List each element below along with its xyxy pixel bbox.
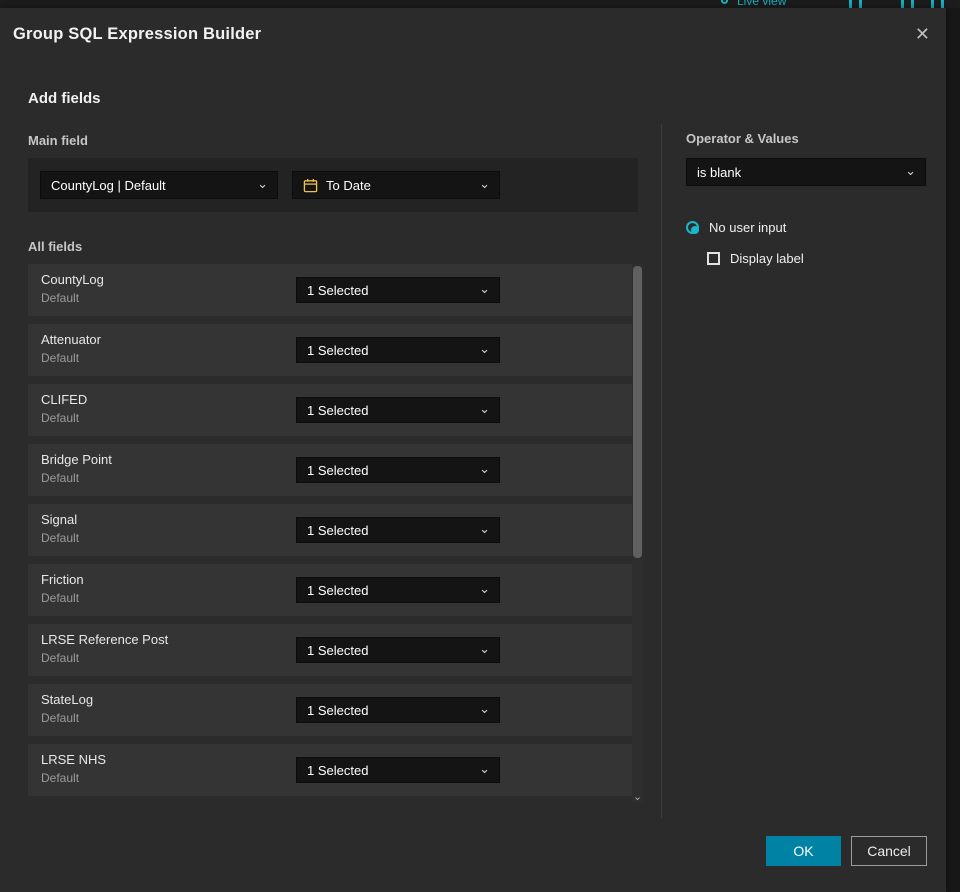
field-selected-dropdown[interactable]: 1 Selected ⌄ (296, 697, 500, 723)
chevron-down-icon: ⌄ (479, 580, 490, 596)
field-selected-dropdown[interactable]: 1 Selected ⌄ (296, 517, 500, 543)
column-divider (661, 124, 662, 818)
app-topbar: Live view (0, 0, 960, 8)
topbar-icon (931, 0, 934, 8)
field-selected-value: 1 Selected (307, 642, 369, 658)
field-selected-value: 1 Selected (307, 582, 369, 598)
field-selected-dropdown[interactable]: 1 Selected ⌄ (296, 277, 500, 303)
main-field-bar: CountyLog | Default ⌄ To Date ⌄ (28, 158, 638, 212)
field-subtitle: Default (41, 351, 80, 365)
scrollbar-down-arrow-icon[interactable]: ⌄ (632, 792, 643, 803)
field-selected-dropdown[interactable]: 1 Selected ⌄ (296, 757, 500, 783)
field-name: Attenuator (41, 332, 101, 347)
field-name: Bridge Point (41, 452, 112, 467)
field-name: CountyLog (41, 272, 104, 287)
field-row: CLIFED Default 1 Selected ⌄ (28, 384, 638, 436)
chevron-down-icon: ⌄ (479, 520, 490, 536)
display-label-option[interactable]: Display label (707, 251, 804, 266)
chevron-down-icon: ⌄ (479, 400, 490, 416)
close-icon[interactable]: ✕ (915, 25, 930, 43)
dialog-header: Group SQL Expression Builder ✕ (0, 8, 946, 60)
field-subtitle: Default (41, 591, 80, 605)
main-field-dropdown-value: CountyLog | Default (51, 177, 166, 193)
chevron-down-icon: ⌄ (257, 175, 268, 191)
field-name: LRSE Reference Post (41, 632, 169, 647)
field-subtitle: Default (41, 711, 80, 725)
topbar-icon (901, 0, 904, 8)
main-field-dropdown[interactable]: CountyLog | Default ⌄ (40, 171, 278, 199)
field-selected-value: 1 Selected (307, 282, 369, 298)
field-selected-value: 1 Selected (307, 762, 369, 778)
live-view-icon (721, 0, 728, 4)
chevron-down-icon: ⌄ (479, 700, 490, 716)
field-row: Friction Default 1 Selected ⌄ (28, 564, 638, 616)
field-subtitle: Default (41, 651, 80, 665)
radio-selected-icon[interactable] (686, 221, 699, 234)
field-row: StateLog Default 1 Selected ⌄ (28, 684, 638, 736)
field-selected-value: 1 Selected (307, 702, 369, 718)
operator-dropdown[interactable]: is blank ⌄ (686, 158, 926, 186)
chevron-down-icon: ⌄ (479, 280, 490, 296)
field-name: LRSE NHS (41, 752, 107, 767)
field-selected-dropdown[interactable]: 1 Selected ⌄ (296, 637, 500, 663)
field-name: Signal (41, 512, 78, 527)
group-sql-expression-builder-dialog: Group SQL Expression Builder ✕ Add field… (0, 8, 946, 892)
field-subtitle: Default (41, 411, 80, 425)
chevron-down-icon: ⌄ (479, 760, 490, 776)
chevron-down-icon: ⌄ (479, 640, 490, 656)
topbar-icon (859, 0, 862, 8)
topbar-icon (849, 0, 852, 8)
add-fields-title: Add fields (28, 90, 101, 107)
list-scrollbar[interactable]: ⌄ (632, 264, 643, 803)
cancel-button[interactable]: Cancel (851, 836, 927, 866)
chevron-down-icon: ⌄ (905, 162, 916, 178)
field-selected-value: 1 Selected (307, 462, 369, 478)
field-selected-value: 1 Selected (307, 342, 369, 358)
field-row: Bridge Point Default 1 Selected ⌄ (28, 444, 638, 496)
field-subtitle: Default (41, 771, 80, 785)
field-name: Friction (41, 572, 84, 587)
field-row: Attenuator Default 1 Selected ⌄ (28, 324, 638, 376)
field-subtitle: Default (41, 531, 80, 545)
topbar-icon (941, 0, 944, 8)
chevron-down-icon: ⌄ (479, 175, 490, 191)
field-selected-value: 1 Selected (307, 402, 369, 418)
no-user-input-label: No user input (709, 220, 787, 235)
field-selected-dropdown[interactable]: 1 Selected ⌄ (296, 577, 500, 603)
field-selected-value: 1 Selected (307, 522, 369, 538)
main-field-label: Main field (28, 133, 88, 148)
field-selected-dropdown[interactable]: 1 Selected ⌄ (296, 337, 500, 363)
main-field-date-dropdown[interactable]: To Date ⌄ (292, 171, 500, 199)
field-selected-dropdown[interactable]: 1 Selected ⌄ (296, 397, 500, 423)
operator-values-label: Operator & Values (686, 131, 799, 146)
all-fields-label: All fields (28, 239, 83, 254)
field-row: Signal Default 1 Selected ⌄ (28, 504, 638, 556)
calendar-icon (303, 178, 318, 192)
checkbox-unchecked-icon[interactable] (707, 252, 720, 265)
live-view-label: Live view (737, 0, 787, 8)
scrollbar-thumb[interactable] (633, 266, 642, 558)
main-field-date-value: To Date (326, 177, 371, 193)
dialog-title: Group SQL Expression Builder (13, 24, 262, 43)
field-selected-dropdown[interactable]: 1 Selected ⌄ (296, 457, 500, 483)
chevron-down-icon: ⌄ (479, 460, 490, 476)
field-subtitle: Default (41, 471, 80, 485)
field-subtitle: Default (41, 291, 80, 305)
display-label-label: Display label (730, 251, 804, 266)
field-row: LRSE NHS Default 1 Selected ⌄ (28, 744, 638, 796)
no-user-input-option[interactable]: No user input (686, 220, 786, 235)
field-name: CLIFED (41, 392, 88, 407)
operator-dropdown-value: is blank (697, 164, 742, 180)
field-row: CountyLog Default 1 Selected ⌄ (28, 264, 638, 316)
all-fields-list: CountyLog Default 1 Selected ⌄ Attenuato… (28, 264, 638, 804)
field-name: StateLog (41, 692, 94, 707)
topbar-icon (911, 0, 914, 8)
field-row: LRSE Reference Post Default 1 Selected ⌄ (28, 624, 638, 676)
ok-button[interactable]: OK (766, 836, 841, 866)
chevron-down-icon: ⌄ (479, 340, 490, 356)
